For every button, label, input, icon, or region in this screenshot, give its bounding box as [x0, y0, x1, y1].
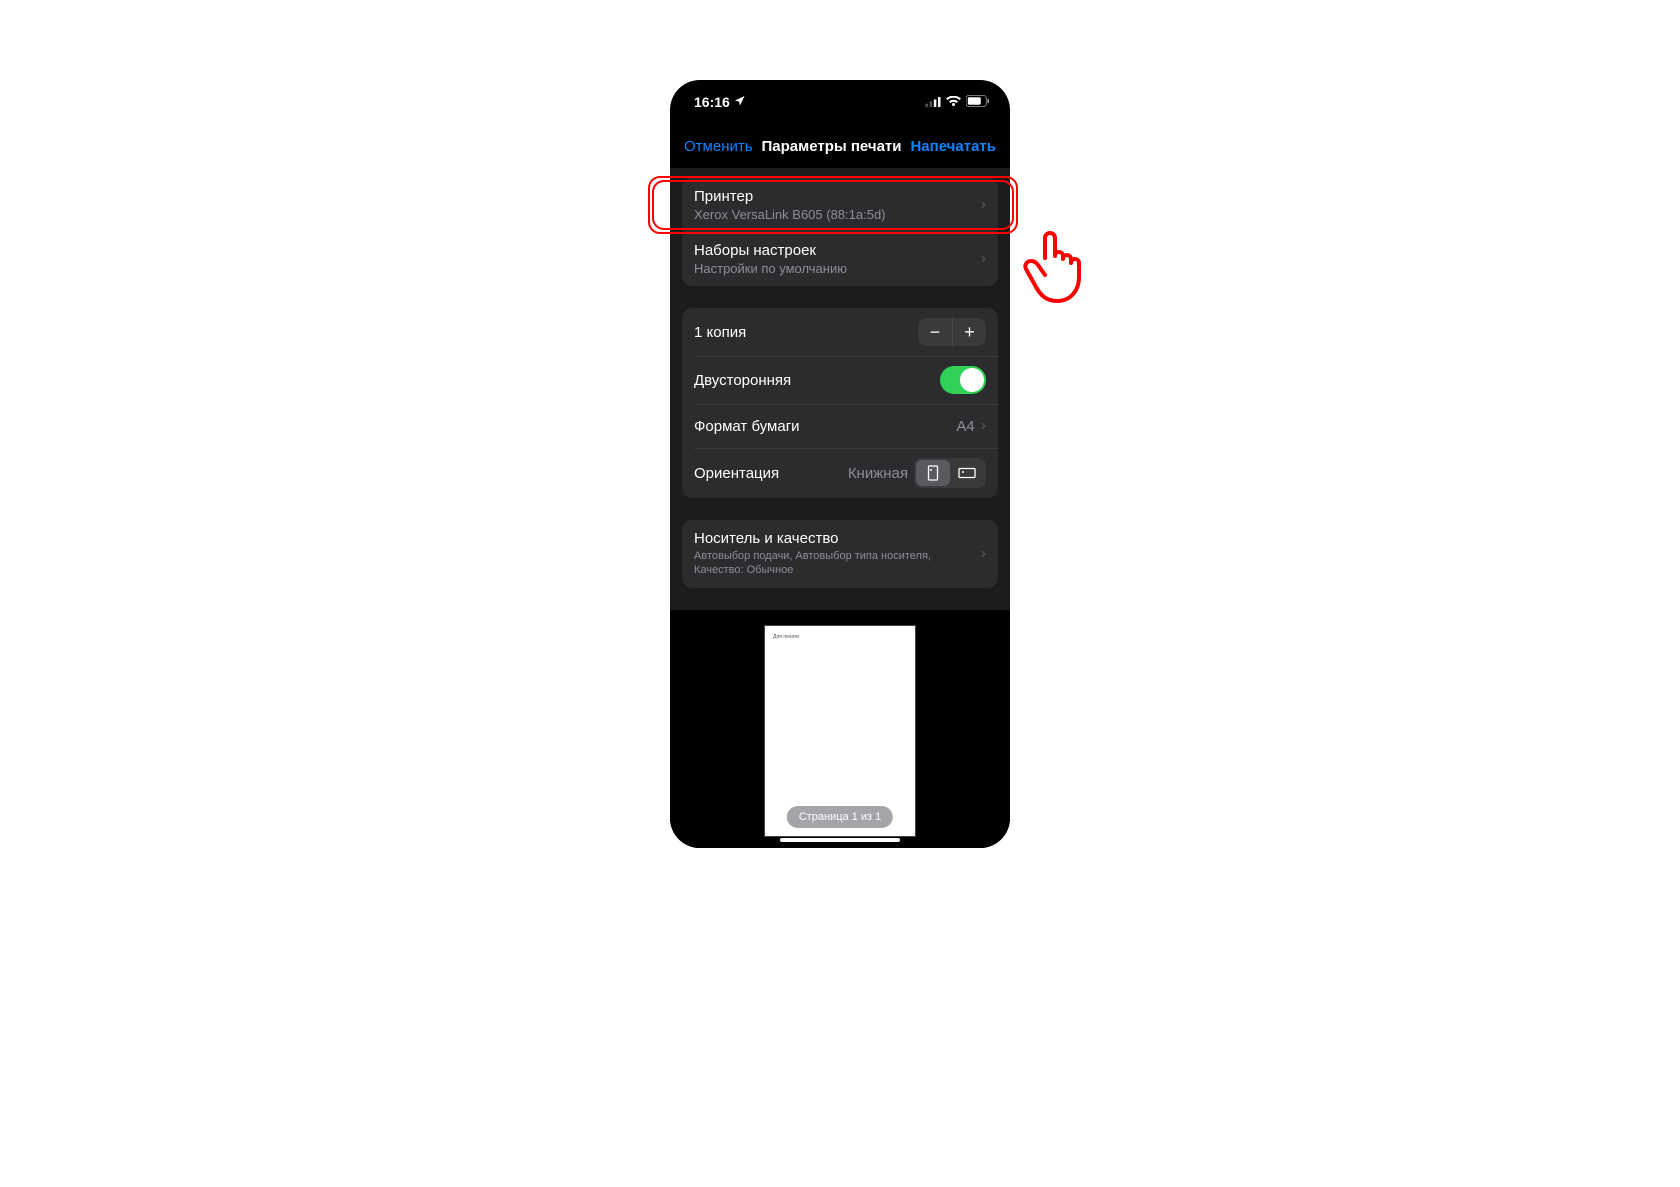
page-preview[interactable]: Для печати Страница 1 из 1 — [765, 626, 915, 836]
signal-icon — [925, 94, 941, 110]
presets-value: Настройки по умолчанию — [694, 261, 981, 276]
presets-row[interactable]: Наборы настроек Настройки по умолчанию › — [682, 232, 998, 286]
wifi-icon — [946, 94, 961, 110]
duplex-label: Двусторонняя — [694, 372, 940, 389]
status-time: 16:16 — [694, 94, 730, 110]
orientation-landscape-button[interactable] — [950, 460, 984, 486]
chevron-right-icon: › — [981, 545, 986, 563]
tap-hand-icon — [1022, 228, 1088, 306]
duplex-switch[interactable] — [940, 366, 986, 394]
battery-icon — [966, 94, 990, 110]
options-group: 1 копия − + Двусторонняя Формат бумаги A… — [682, 308, 998, 498]
orientation-label: Ориентация — [694, 465, 848, 482]
orientation-portrait-button[interactable] — [916, 460, 950, 486]
orientation-row: Ориентация Книжная — [682, 448, 998, 498]
home-indicator — [780, 838, 900, 842]
printer-row[interactable]: Принтер Xerox VersaLink B605 (88:1a:5d) … — [682, 178, 998, 232]
copies-plus-button[interactable]: + — [952, 318, 986, 346]
printer-value: Xerox VersaLink B605 (88:1a:5d) — [694, 207, 981, 222]
preview-doc-text: Для печати — [773, 634, 799, 640]
status-bar: 16:16 — [670, 80, 1010, 124]
cancel-button[interactable]: Отменить — [684, 138, 753, 155]
media-label: Носитель и качество — [694, 530, 981, 547]
presets-label: Наборы настроек — [694, 242, 981, 259]
page-counter-badge: Страница 1 из 1 — [787, 806, 893, 828]
printer-group: Принтер Xerox VersaLink B605 (88:1a:5d) … — [682, 178, 998, 286]
copies-label: 1 копия — [694, 324, 918, 341]
page-title: Параметры печати — [762, 138, 902, 155]
media-value: Автовыбор подачи, Автовыбор типа носител… — [694, 549, 981, 578]
printer-label: Принтер — [694, 188, 981, 205]
paper-value: A4 — [956, 418, 974, 435]
location-icon — [734, 94, 746, 110]
copies-minus-button[interactable]: − — [918, 318, 952, 346]
chevron-right-icon: › — [981, 196, 986, 214]
orientation-value: Книжная — [848, 465, 908, 482]
copies-stepper: − + — [918, 318, 986, 346]
chevron-right-icon: › — [981, 250, 986, 268]
orientation-segmented — [914, 458, 986, 488]
media-row[interactable]: Носитель и качество Автовыбор подачи, Ав… — [682, 520, 998, 588]
paper-label: Формат бумаги — [694, 418, 956, 435]
nav-bar: Отменить Параметры печати Напечатать — [670, 124, 1010, 168]
phone-frame: 16:16 — [670, 80, 1010, 848]
media-group: Носитель и качество Автовыбор подачи, Ав… — [682, 520, 998, 588]
paper-row[interactable]: Формат бумаги A4 › — [682, 404, 998, 448]
chevron-right-icon: › — [981, 417, 986, 435]
preview-area: Для печати Страница 1 из 1 — [670, 610, 1010, 848]
duplex-row: Двусторонняя — [682, 356, 998, 404]
copies-row: 1 копия − + — [682, 308, 998, 356]
print-button[interactable]: Напечатать — [910, 138, 996, 155]
